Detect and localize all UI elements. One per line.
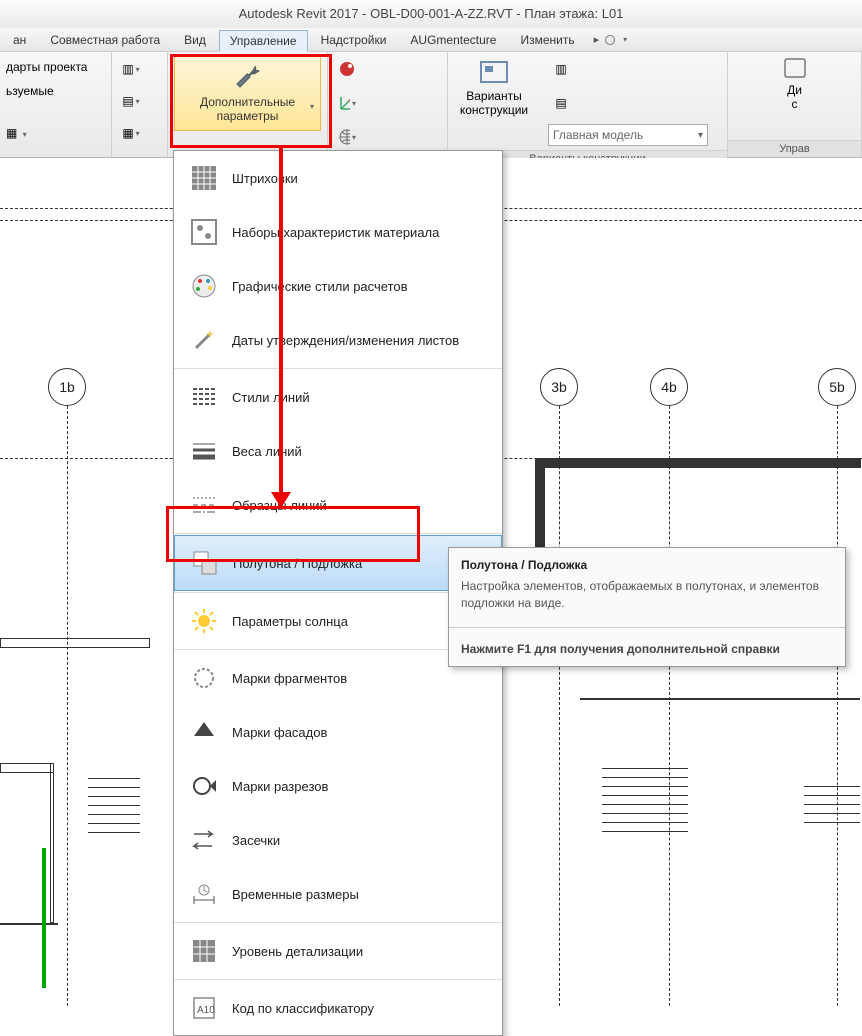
axes-icon[interactable]: ▾ bbox=[336, 92, 358, 114]
wrench-icon bbox=[232, 63, 264, 91]
menu-item-palette[interactable]: Графические стили расчетов bbox=[174, 259, 502, 313]
tooltip-halftone: Полутона / Подложка Настройка элементов,… bbox=[448, 547, 846, 667]
tab-playback[interactable]: ▸ ▾ bbox=[588, 33, 634, 46]
record-icon bbox=[605, 35, 615, 45]
main-model-combo[interactable]: Главная модель ▾ bbox=[548, 124, 708, 146]
menu-item-wand[interactable]: Даты утверждения/изменения листов bbox=[174, 313, 502, 367]
menu-item-label: Код по классификатору bbox=[232, 1001, 374, 1016]
menu-item-label: Параметры солнца bbox=[232, 614, 348, 629]
elev-icon bbox=[188, 716, 220, 748]
location-icon[interactable] bbox=[336, 58, 358, 80]
main-model-combo-value: Главная модель bbox=[553, 128, 643, 142]
svg-text:A10: A10 bbox=[197, 1005, 215, 1016]
grid-bubble-4b: 4b bbox=[650, 368, 688, 406]
menu-item-elev[interactable]: Марки фасадов bbox=[174, 705, 502, 759]
ribbon-item-project-standards[interactable]: дарты проекта bbox=[6, 60, 87, 74]
menu-item-linepatterns[interactable]: Образцы линий bbox=[174, 478, 502, 532]
menu-item-label: Даты утверждения/изменения листов bbox=[232, 333, 459, 348]
ribbon: дарты проекта ьзуемые ▦ ▾ ▥▾ ▤▾ ▦▾ Допол… bbox=[0, 52, 862, 158]
tab-manage[interactable]: Управление bbox=[219, 30, 308, 52]
ribbon-item-used[interactable]: ьзуемые bbox=[6, 84, 54, 98]
chevron-down-icon: ▾ bbox=[698, 130, 703, 141]
section-icon bbox=[188, 770, 220, 802]
menu-item-detail[interactable]: Уровень детализации bbox=[174, 924, 502, 978]
palette-icon bbox=[188, 270, 220, 302]
tempdim-icon bbox=[188, 878, 220, 910]
menu-item-material[interactable]: Наборы характеристик материала bbox=[174, 205, 502, 259]
tab-modify[interactable]: Изменить bbox=[509, 29, 585, 51]
menu-item-label: Уровень детализации bbox=[232, 944, 363, 959]
tab-collaborate[interactable]: Совместная работа bbox=[39, 29, 171, 51]
tooltip-help: Нажмите F1 для получения дополнительной … bbox=[449, 632, 845, 666]
menu-item-section[interactable]: Марки разрезов bbox=[174, 759, 502, 813]
window-title: Autodesk Revit 2017 - OBL-D00-001-A-ZZ.R… bbox=[0, 0, 862, 28]
chevron-down-icon: ▾ bbox=[623, 35, 627, 44]
small-icon-3[interactable]: ▦▾ bbox=[120, 122, 142, 144]
ribbon-tabs: ан Совместная работа Вид Управление Надс… bbox=[0, 28, 862, 52]
disk-icon bbox=[781, 56, 809, 80]
menu-item-label: Образцы линий bbox=[232, 498, 327, 513]
menu-item-label: Веса линий bbox=[232, 444, 302, 459]
menu-item-label: Засечки bbox=[232, 833, 280, 848]
grid-bubble-1b: 1b bbox=[48, 368, 86, 406]
menu-item-tempdim[interactable]: Временные размеры bbox=[174, 867, 502, 921]
menu-item-label: Временные размеры bbox=[232, 887, 359, 902]
globe-icon[interactable]: ▾ bbox=[336, 126, 358, 148]
grid-bubble-3b: 3b bbox=[540, 368, 578, 406]
arrows-icon bbox=[188, 824, 220, 856]
grid-bubble-5b: 5b bbox=[818, 368, 856, 406]
wand-icon bbox=[188, 324, 220, 356]
play-icon: ▸ bbox=[594, 33, 600, 46]
menu-item-label: Штриховки bbox=[232, 171, 298, 186]
detail-icon bbox=[188, 935, 220, 967]
ribbon-small-icon[interactable]: ▦ ▾ bbox=[6, 126, 27, 140]
menu-item-label: Марки фасадов bbox=[232, 725, 327, 740]
lineweights-icon bbox=[188, 435, 220, 467]
tab-augmentecture[interactable]: AUGmentecture bbox=[399, 29, 507, 51]
material-icon bbox=[188, 216, 220, 248]
linepatterns-icon bbox=[188, 489, 220, 521]
hatch-icon bbox=[188, 162, 220, 194]
additional-parameters-button[interactable]: Дополнительные параметры ▾ bbox=[174, 56, 321, 131]
menu-item-lineweights[interactable]: Веса линий bbox=[174, 424, 502, 478]
tab-view[interactable]: Вид bbox=[173, 29, 217, 51]
menu-item-label: Марки разрезов bbox=[232, 779, 328, 794]
do-icon-1[interactable]: ▥ bbox=[550, 58, 572, 80]
tab-analysis[interactable]: ан bbox=[2, 29, 37, 51]
menu-item-label: Полутона / Подложка bbox=[233, 556, 362, 571]
small-icon-2[interactable]: ▤▾ bbox=[120, 90, 142, 112]
code-icon: A10 bbox=[188, 992, 220, 1024]
sun-icon bbox=[188, 605, 220, 637]
menu-item-label: Марки фрагментов bbox=[232, 671, 347, 686]
do-icon-2[interactable]: ▤ bbox=[550, 92, 572, 114]
design-options-icon bbox=[477, 56, 511, 86]
right-btn-label-2: с bbox=[781, 97, 809, 111]
menu-item-code[interactable]: A10 Код по классификатору bbox=[174, 981, 502, 1035]
tooltip-title: Полутона / Подложка bbox=[449, 548, 845, 578]
menu-item-linestyles[interactable]: Стили линий bbox=[174, 370, 502, 424]
linestyles-icon bbox=[188, 381, 220, 413]
tab-addins[interactable]: Надстройки bbox=[310, 29, 398, 51]
menu-item-hatch[interactable]: Штриховки bbox=[174, 151, 502, 205]
callout-icon bbox=[188, 662, 220, 694]
halftone-icon bbox=[189, 547, 221, 579]
chevron-down-icon: ▾ bbox=[310, 102, 314, 112]
additional-parameters-label: Дополнительные параметры bbox=[200, 95, 295, 123]
menu-item-arrows[interactable]: Засечки bbox=[174, 813, 502, 867]
tooltip-body: Настройка элементов, отображаемых в полу… bbox=[449, 578, 845, 623]
menu-item-label: Графические стили расчетов bbox=[232, 279, 408, 294]
right-panel-label: Управ bbox=[728, 140, 861, 157]
menu-item-label: Наборы характеристик материала bbox=[232, 225, 439, 240]
right-btn-label-1[interactable]: Ди bbox=[781, 83, 809, 97]
design-options-button[interactable]: Варианты конструкции bbox=[454, 89, 534, 117]
small-icon-1[interactable]: ▥▾ bbox=[120, 58, 142, 80]
menu-item-label: Стили линий bbox=[232, 390, 310, 405]
